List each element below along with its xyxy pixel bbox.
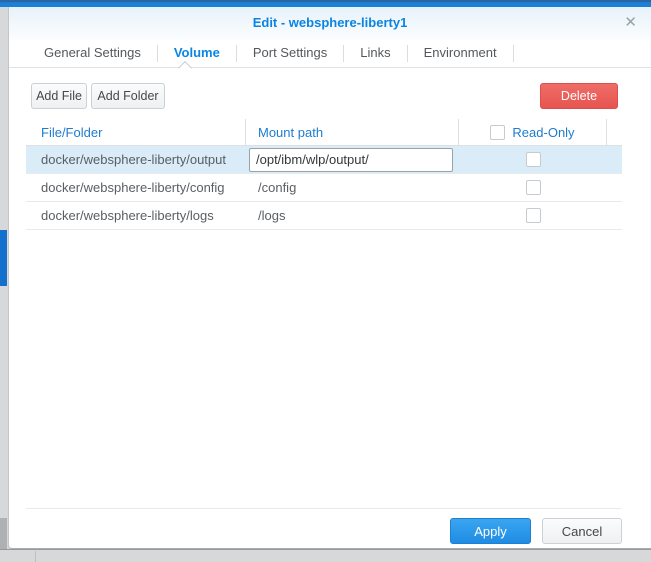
file-folder-cell: docker/websphere-liberty/config [41, 180, 225, 195]
dialog-title: Edit - websphere-liberty1 [252, 15, 408, 30]
add-folder-button[interactable]: Add Folder [91, 83, 165, 109]
table-row[interactable]: docker/websphere-liberty/config /config [26, 174, 622, 202]
read-only-checkbox[interactable] [525, 180, 541, 195]
tab-links[interactable]: Links [344, 40, 406, 67]
edit-container-dialog: Edit - websphere-liberty1 ✕ General Sett… [8, 7, 651, 549]
column-header-file-folder[interactable]: File/Folder [26, 119, 246, 145]
mount-path-input[interactable] [249, 147, 453, 172]
background-left-edge-dark [0, 518, 7, 549]
column-header-mount-path[interactable]: Mount path [246, 119, 459, 145]
read-only-checkbox[interactable] [525, 152, 541, 167]
tab-divider [512, 45, 514, 62]
tab-bar: General Settings Volume Port Settings Li… [9, 40, 651, 68]
apply-button[interactable]: Apply [450, 518, 531, 544]
cancel-button[interactable]: Cancel [542, 518, 622, 544]
table-header-row: File/Folder Mount path Read-Only [26, 119, 622, 146]
mount-path-cell: /logs [258, 208, 286, 223]
close-icon[interactable]: ✕ [624, 14, 637, 32]
read-only-header-label: Read-Only [512, 124, 575, 140]
volume-table: File/Folder Mount path Read-Only docker/… [26, 119, 622, 230]
select-all-read-only-checkbox[interactable] [490, 124, 506, 140]
file-folder-cell: docker/websphere-liberty/output [41, 152, 226, 167]
table-row[interactable]: docker/websphere-liberty/output [26, 146, 622, 174]
tab-port-settings[interactable]: Port Settings [237, 40, 343, 67]
read-only-checkbox[interactable] [525, 208, 541, 223]
background-window-divider [35, 551, 36, 562]
background-sidebar-highlight [0, 230, 7, 286]
dialog-header: Edit - websphere-liberty1 ✕ [9, 7, 651, 40]
tab-environment[interactable]: Environment [408, 40, 513, 67]
background-top-bar [0, 0, 651, 7]
column-header-spacer [607, 119, 622, 145]
file-folder-cell: docker/websphere-liberty/logs [41, 208, 214, 223]
footer-divider [26, 508, 621, 509]
column-header-read-only: Read-Only [459, 119, 607, 145]
table-row[interactable]: docker/websphere-liberty/logs /logs [26, 202, 622, 230]
mount-path-cell: /config [258, 180, 297, 195]
add-file-button[interactable]: Add File [31, 83, 87, 109]
tab-general-settings[interactable]: General Settings [28, 40, 157, 67]
tab-volume[interactable]: Volume [158, 40, 236, 67]
delete-button[interactable]: Delete [540, 83, 618, 109]
background-bottom-edge [0, 549, 651, 562]
